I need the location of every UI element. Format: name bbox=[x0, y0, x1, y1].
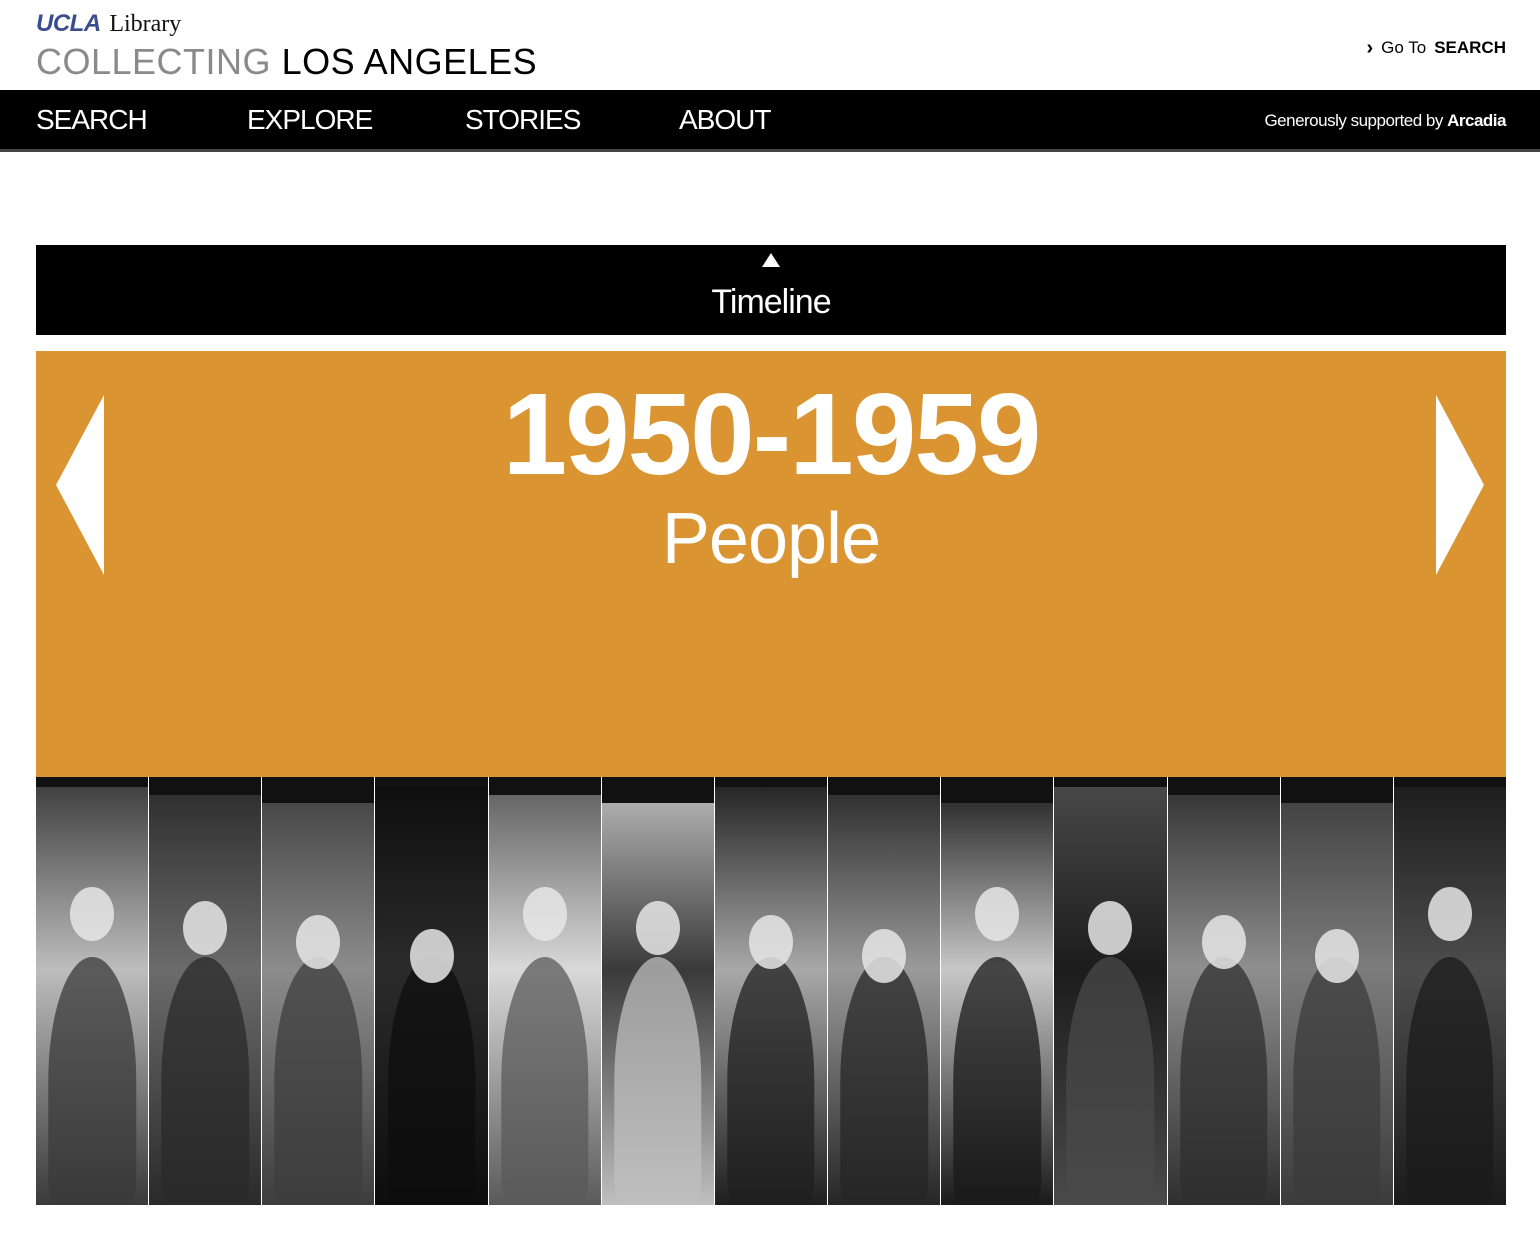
nav-search[interactable]: SEARCH bbox=[36, 104, 148, 136]
nav-explore[interactable]: EXPLORE bbox=[247, 104, 373, 136]
film-edge bbox=[714, 777, 828, 787]
film-edge bbox=[828, 777, 941, 795]
figure-silhouette bbox=[161, 956, 249, 1205]
film-edge bbox=[601, 777, 714, 803]
photo-thumbnail[interactable] bbox=[1167, 777, 1280, 1205]
nav-about[interactable]: ABOUT bbox=[679, 104, 771, 136]
film-edge bbox=[149, 777, 262, 795]
face-shape bbox=[1088, 901, 1133, 955]
brand-collecting: COLLECTING bbox=[36, 41, 272, 82]
photo-thumbnail[interactable] bbox=[262, 777, 375, 1205]
collecting-la-wordmark: COLLECTING LOS ANGELES bbox=[36, 42, 537, 82]
photo-thumbnail[interactable] bbox=[714, 777, 828, 1205]
film-edge bbox=[941, 777, 1054, 803]
film-edge bbox=[488, 777, 601, 795]
timeline-toggle[interactable]: Timeline bbox=[36, 245, 1506, 335]
photo-thumbnail[interactable] bbox=[375, 777, 488, 1205]
face-shape bbox=[635, 901, 680, 955]
film-edge bbox=[1054, 777, 1167, 787]
figure-silhouette bbox=[274, 956, 363, 1205]
film-edge bbox=[1280, 777, 1393, 803]
photo-thumbnail[interactable] bbox=[36, 777, 149, 1205]
next-arrow-icon[interactable] bbox=[1436, 395, 1484, 575]
figure-silhouette bbox=[500, 956, 589, 1205]
photo-thumbnail[interactable] bbox=[601, 777, 714, 1205]
ucla-library-wordmark: UCLA Library bbox=[36, 10, 537, 38]
face-shape bbox=[70, 887, 115, 941]
decade-title: 1950-1959 bbox=[502, 369, 1042, 499]
film-edge bbox=[1393, 777, 1507, 787]
figure-silhouette bbox=[1406, 956, 1494, 1205]
brand-ucla: UCLA bbox=[36, 10, 101, 37]
film-edge bbox=[262, 777, 375, 803]
photo-strip bbox=[36, 777, 1507, 1205]
figure-silhouette bbox=[1179, 956, 1268, 1205]
site-header: UCLA Library COLLECTING LOS ANGELES › Go… bbox=[0, 0, 1540, 90]
face-shape bbox=[1201, 915, 1246, 969]
figure-silhouette bbox=[48, 956, 136, 1205]
sponsor-name[interactable]: Arcadia bbox=[1447, 111, 1506, 130]
figure-silhouette bbox=[1066, 956, 1155, 1205]
category-title: People bbox=[661, 499, 881, 579]
photo-thumbnail[interactable] bbox=[149, 777, 262, 1205]
face-shape bbox=[862, 929, 907, 983]
figure-silhouette bbox=[953, 956, 1042, 1205]
brand-los-angeles: LOS ANGELES bbox=[281, 41, 538, 82]
site-logo[interactable]: UCLA Library COLLECTING LOS ANGELES bbox=[36, 10, 537, 82]
figure-silhouette bbox=[614, 956, 702, 1205]
figure-silhouette bbox=[727, 956, 815, 1205]
brand-library: Library bbox=[109, 11, 182, 37]
photo-thumbnail[interactable] bbox=[1280, 777, 1393, 1205]
film-edge bbox=[36, 777, 149, 787]
go-to-target: SEARCH bbox=[1434, 38, 1506, 57]
decade-panel: 1950-1959 People bbox=[36, 351, 1506, 777]
face-shape bbox=[183, 901, 228, 955]
triangle-up-icon bbox=[762, 253, 780, 267]
photo-thumbnail[interactable] bbox=[828, 777, 941, 1205]
main-nav: SEARCH EXPLORE STORIES ABOUT Generously … bbox=[0, 90, 1540, 152]
photo-thumbnail[interactable] bbox=[941, 777, 1054, 1205]
face-shape bbox=[1314, 929, 1359, 983]
sponsor-credit: Generously supported by Arcadia bbox=[1264, 111, 1506, 131]
figure-silhouette bbox=[387, 956, 476, 1205]
face-shape bbox=[522, 887, 567, 941]
figure-silhouette bbox=[840, 956, 928, 1205]
go-to-label: Go To bbox=[1381, 38, 1427, 57]
face-shape bbox=[1427, 887, 1472, 941]
face-shape bbox=[409, 929, 454, 983]
face-shape bbox=[749, 915, 794, 969]
sponsor-prefix: Generously supported by bbox=[1264, 111, 1443, 130]
nav-stories[interactable]: STORIES bbox=[465, 104, 581, 136]
figure-silhouette bbox=[1293, 956, 1381, 1205]
chevron-right-icon: › bbox=[1366, 37, 1374, 59]
photo-thumbnail[interactable] bbox=[1054, 777, 1167, 1205]
go-to-search-link[interactable]: › Go To SEARCH bbox=[1366, 38, 1506, 58]
timeline-label: Timeline bbox=[711, 283, 831, 321]
face-shape bbox=[975, 887, 1020, 941]
film-edge bbox=[1167, 777, 1280, 795]
face-shape bbox=[296, 915, 341, 969]
film-edge bbox=[375, 777, 488, 787]
photo-thumbnail[interactable] bbox=[1393, 777, 1507, 1205]
photo-thumbnail[interactable] bbox=[488, 777, 601, 1205]
